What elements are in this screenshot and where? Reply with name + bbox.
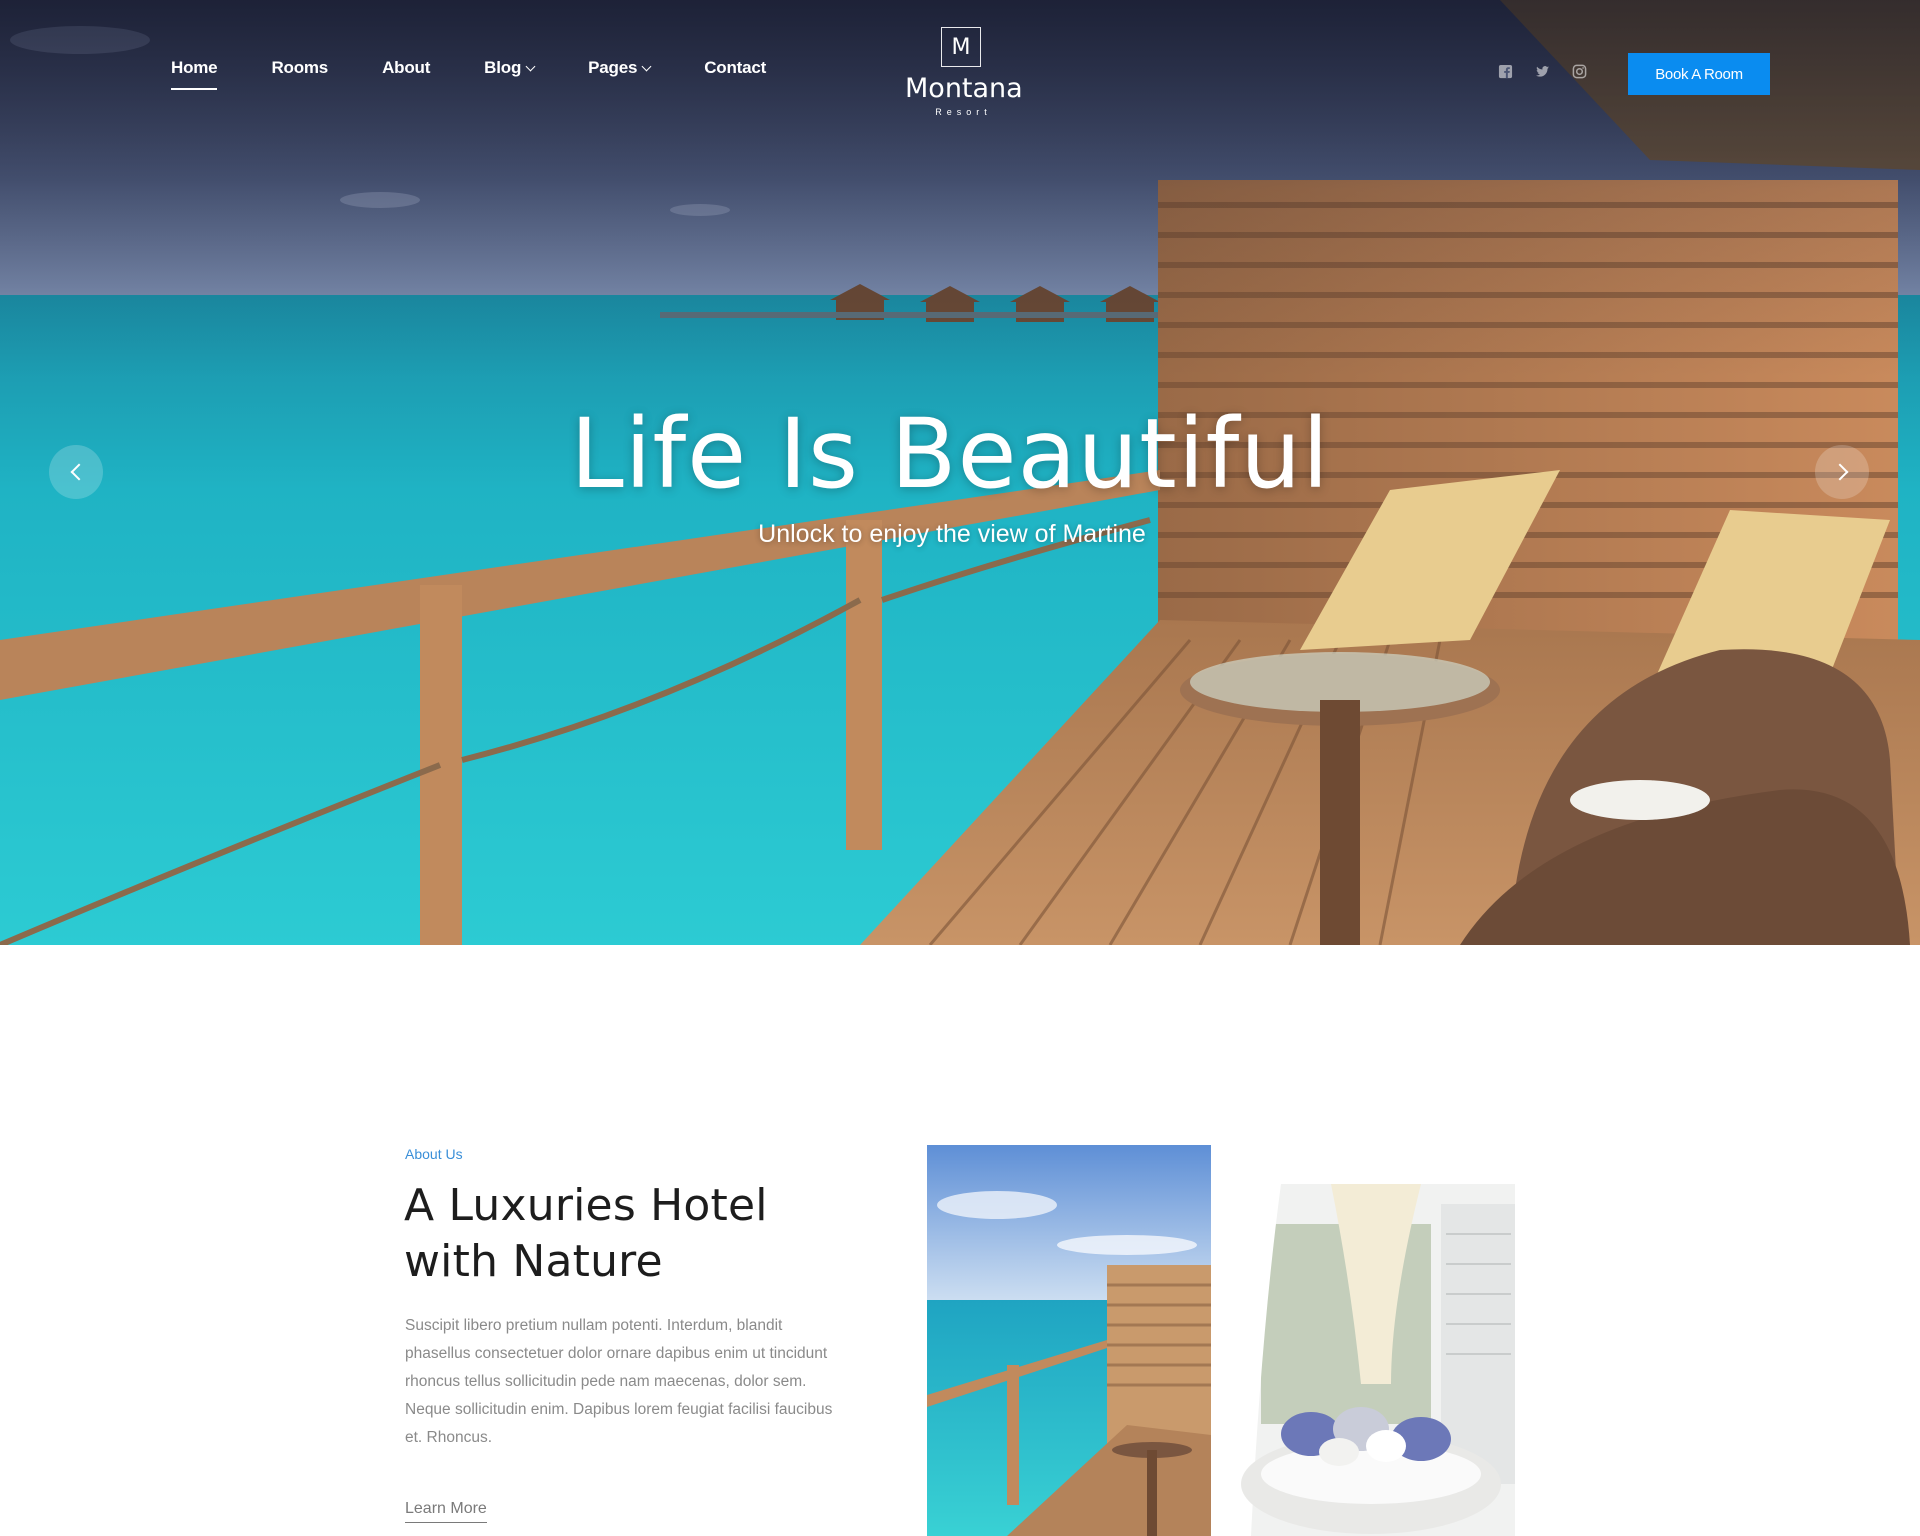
- nav-blog-label: Blog: [484, 58, 522, 77]
- about-image-room: [1221, 1184, 1515, 1536]
- hero-subtitle: Unlock to enjoy the view of Martine: [758, 520, 1146, 548]
- nav-pages-label: Pages: [588, 58, 638, 77]
- nav-pages[interactable]: Pages: [588, 56, 652, 80]
- instagram-icon[interactable]: [1572, 64, 1587, 79]
- nav-about-label: About: [382, 58, 431, 77]
- nav-home[interactable]: Home: [171, 56, 218, 90]
- about-eyebrow: About Us: [405, 1146, 463, 1162]
- chevron-down-icon: [525, 61, 536, 71]
- book-a-room-button[interactable]: Book A Room: [1628, 53, 1770, 95]
- main-nav: Home Rooms About Blog Pages Contact: [171, 56, 820, 90]
- about-body: Suscipit libero pretium nullam potenti. …: [405, 1317, 833, 1446]
- slider-next-button[interactable]: [1815, 445, 1869, 499]
- social-links: [1498, 64, 1587, 79]
- logo-mark: M: [941, 27, 981, 67]
- nav-contact[interactable]: Contact: [704, 56, 766, 80]
- nav-rooms-label: Rooms: [271, 58, 329, 77]
- chevron-right-icon: [1831, 463, 1848, 481]
- facebook-icon[interactable]: [1498, 64, 1513, 79]
- about-title: A Luxuries Hotel with Nature: [404, 1180, 768, 1287]
- nav-blog[interactable]: Blog: [484, 56, 536, 80]
- chevron-down-icon: [641, 61, 652, 71]
- slider-prev-button[interactable]: [49, 445, 103, 499]
- nav-rooms[interactable]: Rooms: [271, 56, 328, 80]
- about-image-deck: [927, 1145, 1211, 1536]
- learn-more-link[interactable]: Learn More: [405, 1500, 487, 1523]
- hero-title: Life Is Beautiful: [570, 398, 1330, 510]
- site-logo[interactable]: M Montana Resort: [905, 27, 1023, 117]
- hero-slider: Home Rooms About Blog Pages Contact M Mo…: [0, 0, 1920, 945]
- nav-about[interactable]: About: [382, 56, 430, 80]
- logo-name: Montana: [905, 73, 1023, 104]
- logo-subtitle: Resort: [935, 107, 992, 117]
- nav-home-label: Home: [171, 58, 218, 77]
- twitter-icon[interactable]: [1535, 64, 1550, 79]
- chevron-left-icon: [70, 463, 87, 481]
- nav-contact-label: Contact: [704, 58, 767, 77]
